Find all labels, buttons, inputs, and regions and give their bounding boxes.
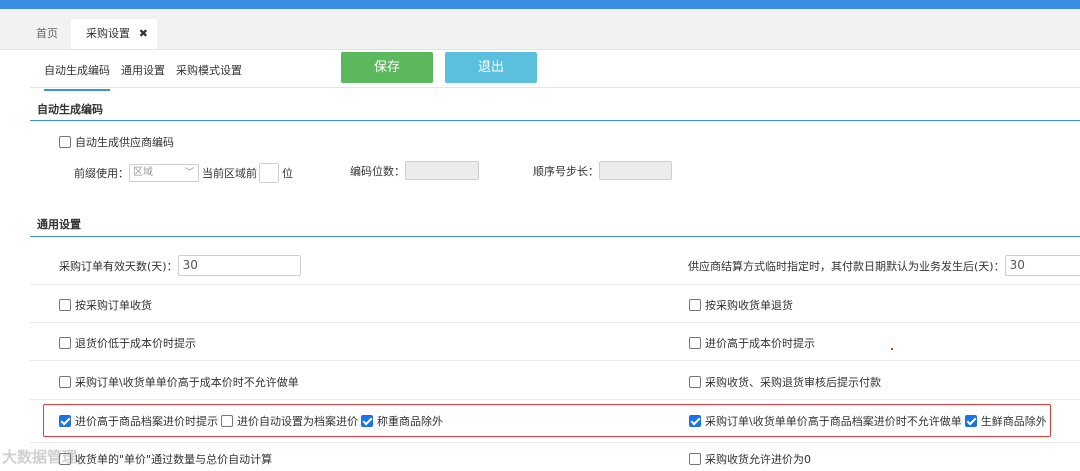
- setting-checkbox[interactable]: 收货单的"单价"通过数量与总价自动计算: [59, 451, 272, 467]
- checkbox-label: 采购收货、采购退货审核后提示付款: [705, 376, 881, 389]
- setting-checkbox[interactable]: 退货价低于成本价时提示: [59, 335, 196, 351]
- pay-days-label: 供应商结算方式临时指定时，其付款日期默认为业务发生后(天)：: [688, 259, 1005, 273]
- checkbox-icon[interactable]: [689, 453, 701, 465]
- checkbox-icon[interactable]: [59, 337, 71, 349]
- save-button[interactable]: 保存: [341, 52, 433, 83]
- setting-checkbox[interactable]: 采购收货允许进价为0: [689, 451, 811, 467]
- valid-days-input[interactable]: 30: [177, 255, 301, 276]
- checkbox-label: 按采购收货单退货: [705, 299, 793, 312]
- row-divider: [30, 442, 1080, 443]
- section-title-general: 通用设置: [37, 218, 81, 231]
- row-divider: [30, 360, 1080, 361]
- step-row: 顺序号步长：: [533, 161, 672, 180]
- checkbox-icon[interactable]: [689, 337, 701, 349]
- valid-days-label: 采购订单有效天数(天)：: [59, 259, 178, 273]
- prefix-mid-label: 当前区域前: [202, 167, 257, 180]
- step-input[interactable]: [599, 161, 672, 180]
- checkbox-label: 采购订单\收货单单价高于成本价时不允许做单: [75, 376, 299, 389]
- settings-row-right: 采购收货允许进价为0: [689, 451, 814, 467]
- digits-label: 编码位数：: [350, 164, 405, 178]
- prefix-row: 前缀使用： 区域 ﹀ 当前区域前 位: [74, 163, 293, 183]
- chevron-down-icon: ﹀: [184, 168, 194, 178]
- checkbox-label: 退货价低于成本价时提示: [75, 337, 196, 350]
- checkbox-icon[interactable]: [59, 299, 71, 311]
- section-underline: [30, 236, 1080, 237]
- setting-checkbox[interactable]: 采购订单\收货单单价高于成本价时不允许做单: [59, 374, 299, 390]
- settings-row-left: 退货价低于成本价时提示: [59, 335, 199, 351]
- checkbox-label: 进价高于成本价时提示: [705, 337, 815, 350]
- section-title-auto-code: 自动生成编码: [37, 103, 103, 116]
- settings-row-right: 进价高于成本价时提示: [689, 335, 818, 351]
- row-divider: [30, 399, 1080, 400]
- subtab-purchase-mode[interactable]: 采购模式设置: [176, 62, 242, 78]
- settings-row-left: 收货单的"单价"通过数量与总价自动计算: [59, 451, 275, 467]
- row-divider: [30, 322, 1080, 323]
- digits-input[interactable]: [405, 161, 479, 180]
- checkbox-icon[interactable]: [689, 299, 701, 311]
- highlight-box: [43, 404, 1051, 437]
- tab-purchase-settings-label: 采购设置: [86, 27, 130, 40]
- subtab-general[interactable]: 通用设置: [121, 62, 165, 78]
- subtab-divider: [30, 87, 1080, 88]
- setting-checkbox[interactable]: 按采购订单收货: [59, 297, 152, 313]
- tab-home[interactable]: 首页: [36, 19, 58, 49]
- valid-days-row: 采购订单有效天数(天)： 30: [59, 255, 301, 276]
- top-accent-bar: [0, 0, 1080, 9]
- prefix-label: 前缀使用：: [74, 167, 129, 180]
- settings-row-right: 按采购收货单退货: [689, 297, 796, 313]
- settings-row-right: 采购收货、采购退货审核后提示付款: [689, 374, 884, 390]
- close-icon[interactable]: ✖: [139, 19, 148, 49]
- settings-row-left: 按采购订单收货: [59, 297, 155, 313]
- red-dot-mark: [891, 348, 893, 350]
- setting-checkbox[interactable]: 采购收货、采购退货审核后提示付款: [689, 374, 881, 390]
- step-label: 顺序号步长：: [533, 164, 599, 178]
- prefix-digits-input[interactable]: [259, 163, 279, 183]
- checkbox-label: 自动生成供应商编码: [75, 136, 174, 149]
- checkbox-icon[interactable]: [689, 376, 701, 388]
- pay-days-row: 供应商结算方式临时指定时，其付款日期默认为业务发生后(天)： 30: [688, 255, 1080, 276]
- checkbox-icon[interactable]: [59, 136, 71, 148]
- checkbox-label: 按采购订单收货: [75, 299, 152, 312]
- checkbox-label: 收货单的"单价"通过数量与总价自动计算: [75, 453, 273, 466]
- tab-purchase-settings[interactable]: 采购设置 ✖: [71, 19, 157, 49]
- prefix-unit-label: 位: [282, 167, 293, 180]
- digits-row: 编码位数：: [350, 161, 479, 180]
- setting-checkbox[interactable]: 进价高于成本价时提示: [689, 335, 815, 351]
- checkbox-icon[interactable]: [59, 376, 71, 388]
- watermark: 大数据管理: [2, 448, 78, 466]
- exit-button[interactable]: 退出: [445, 52, 537, 83]
- tab-strip: 首页 采购设置 ✖: [0, 9, 1080, 50]
- setting-checkbox[interactable]: 按采购收货单退货: [689, 297, 793, 313]
- pay-days-input[interactable]: 30: [1004, 255, 1080, 276]
- settings-row-left: 采购订单\收货单单价高于成本价时不允许做单: [59, 374, 302, 390]
- checkbox-label: 采购收货允许进价为0: [705, 453, 811, 466]
- prefix-select-value: 区域: [133, 167, 153, 178]
- prefix-select[interactable]: 区域 ﹀: [129, 164, 199, 182]
- row-divider: [30, 284, 1080, 285]
- section-underline: [30, 120, 1080, 121]
- checkbox-auto-supplier-code[interactable]: 自动生成供应商编码: [59, 134, 174, 150]
